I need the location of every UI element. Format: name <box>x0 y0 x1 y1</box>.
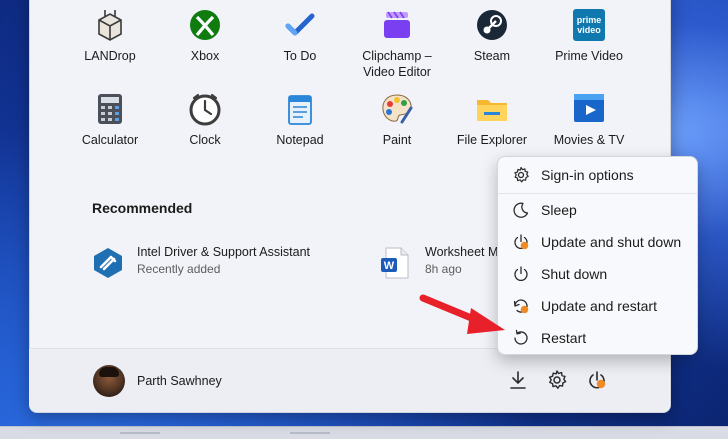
svg-text:prime: prime <box>577 15 602 25</box>
user-name: Parth Sawhney <box>137 374 222 388</box>
pinned-app-clock[interactable]: Clock <box>157 92 253 148</box>
menu-item-label: Sign-in options <box>541 167 634 183</box>
recommended-item-name: Worksheet M <box>425 245 499 259</box>
red-arrow-annotation <box>419 294 505 334</box>
recommended-item-name: Intel Driver & Support Assistant <box>137 245 310 259</box>
app-label: Xbox <box>190 49 220 63</box>
notepad-icon <box>283 92 317 126</box>
pinned-app-paint[interactable]: Paint <box>349 92 445 148</box>
power-menu: Sign-in options Sleep Update and shut do… <box>497 156 698 355</box>
svg-text:video: video <box>577 25 601 35</box>
downloads-button[interactable] <box>507 369 529 391</box>
word-doc-icon: W <box>380 247 412 279</box>
app-label: Clock <box>189 133 221 147</box>
start-menu-footer: Parth Sawhney <box>29 348 669 412</box>
restart-item[interactable]: Restart <box>502 323 693 353</box>
intel-dsa-icon <box>92 247 124 279</box>
pinned-app-movies-tv[interactable]: Movies & TV <box>541 92 637 148</box>
steam-icon <box>475 8 509 42</box>
clock-icon <box>188 92 222 126</box>
recommended-item-time: 8h ago <box>425 262 462 276</box>
app-label: Movies & TV <box>553 133 625 147</box>
svg-text:W: W <box>384 260 395 272</box>
app-label: To Do <box>283 49 317 63</box>
gear-icon <box>514 166 529 183</box>
pinned-app-notepad[interactable]: Notepad <box>252 92 348 148</box>
taskbar-indicator <box>120 432 160 434</box>
pinned-app-prime-video[interactable]: prime video Prime Video <box>541 8 637 64</box>
menu-item-label: Shut down <box>541 266 608 282</box>
paint-icon <box>380 92 414 126</box>
update-power-icon <box>589 371 606 389</box>
pinned-app-to-do[interactable]: To Do <box>252 8 348 64</box>
gear-icon <box>548 370 567 389</box>
app-label: Notepad <box>276 133 324 147</box>
calculator-icon <box>93 92 127 126</box>
download-icon <box>510 371 526 389</box>
file-explorer-icon <box>475 92 509 126</box>
settings-button[interactable] <box>546 369 568 391</box>
pinned-app-file-explorer[interactable]: File Explorer <box>444 92 540 148</box>
todo-icon <box>283 8 317 42</box>
app-label: Calculator <box>81 133 139 147</box>
pinned-app-steam[interactable]: Steam <box>444 8 540 64</box>
app-label: Prime Video <box>555 49 623 63</box>
menu-item-label: Restart <box>541 330 587 346</box>
shut-down-item[interactable]: Shut down <box>502 259 693 289</box>
recommended-item[interactable]: Intel Driver & Support Assistant Recentl… <box>92 245 352 285</box>
power-button[interactable] <box>586 369 608 391</box>
update-and-restart-item[interactable]: Update and restart <box>502 291 693 321</box>
prime-video-icon: prime video <box>572 8 606 42</box>
pinned-app-xbox[interactable]: Xbox <box>157 8 253 64</box>
recommended-heading: Recommended <box>92 200 193 216</box>
landrop-icon <box>93 8 127 42</box>
app-label: File Explorer <box>456 133 528 147</box>
sleep-item[interactable]: Sleep <box>502 195 693 225</box>
update-power-icon <box>514 234 529 250</box>
taskbar-indicator <box>290 432 330 434</box>
sign-in-options-item[interactable]: Sign-in options <box>502 160 693 190</box>
moon-icon <box>513 202 529 218</box>
avatar <box>93 365 125 397</box>
recommended-item-time: Recently added <box>137 262 221 276</box>
menu-item-label: Update and restart <box>541 298 657 314</box>
menu-divider <box>498 193 697 194</box>
menu-item-label: Sleep <box>541 202 577 218</box>
pinned-app-landrop[interactable]: LANDrop <box>62 8 158 64</box>
menu-item-label: Update and shut down <box>541 234 682 250</box>
app-label: LANDrop <box>84 49 136 63</box>
pinned-app-clipchamp[interactable]: Clipchamp – Video Editor <box>349 8 445 80</box>
app-label: Steam <box>473 49 511 63</box>
app-label: Clipchamp – Video Editor <box>362 49 432 79</box>
app-label: Paint <box>382 133 412 147</box>
pinned-app-calculator[interactable]: Calculator <box>62 92 158 148</box>
clipchamp-icon <box>380 8 414 42</box>
movies-tv-icon <box>572 92 606 126</box>
update-and-shut-down-item[interactable]: Update and shut down <box>502 227 693 257</box>
power-icon <box>514 266 528 281</box>
xbox-icon <box>188 8 222 42</box>
taskbar <box>0 426 728 439</box>
recommended-item[interactable]: W Worksheet M 8h ago <box>380 245 500 285</box>
